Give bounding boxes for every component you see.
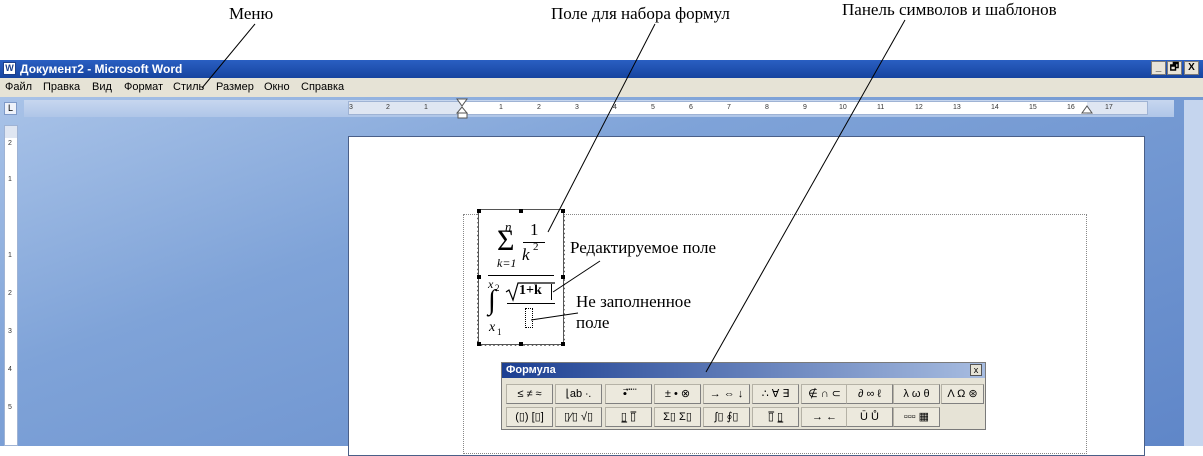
operators-palette-button[interactable]: ± • ⊗: [654, 384, 701, 404]
fraction-radical-template-button[interactable]: ▯⁄▯ √▯: [555, 407, 602, 427]
sum-lower-limit: k=1: [497, 256, 517, 270]
misc-symbols-palette-button[interactable]: ∂ ∞ ℓ: [846, 384, 893, 404]
menu-item-edit[interactable]: Правка: [43, 81, 80, 93]
caption-formula-field: Поле для набора формул: [551, 4, 730, 23]
menu-bar: Файл Правка Вид Формат Стиль Размер Окно…: [0, 78, 1203, 98]
resize-handle[interactable]: [477, 209, 481, 213]
caption-symbols-panel: Панель символов и шаблонов: [842, 0, 1057, 19]
greek-upper-palette-button[interactable]: Λ Ω ⊛: [941, 384, 984, 404]
tab-selector-icon[interactable]: L: [4, 102, 17, 115]
subscript-template-button[interactable]: ▯̲ ▯̅: [605, 407, 652, 427]
spaces-palette-button[interactable]: ⌊ab ∙.: [555, 384, 602, 404]
window-titlebar[interactable]: W Документ2 - Microsoft Word: [0, 60, 1203, 78]
resize-handle[interactable]: [519, 342, 523, 346]
overbar-template-button[interactable]: ▯̅ ▯̲: [752, 407, 799, 427]
fences-template-button[interactable]: (▯) [▯]: [506, 407, 553, 427]
formula-toolbar-close-button[interactable]: x: [970, 364, 982, 376]
caption-empty-field-line1: Не заполненное: [576, 292, 692, 311]
formula-toolbar-titlebar[interactable]: Формула: [502, 363, 985, 378]
resize-handle[interactable]: [561, 342, 565, 346]
close-button[interactable]: X: [1184, 61, 1199, 75]
menu-item-view[interactable]: Вид: [92, 81, 112, 93]
resize-handle[interactable]: [561, 209, 565, 213]
relations-palette-button[interactable]: ≤ ≠ ≈: [506, 384, 553, 404]
formula-toolbar-title: Формула: [506, 364, 556, 376]
summation-template-button[interactable]: Σ▯ Σ▯: [654, 407, 701, 427]
caption-edited-field: Редактируемое поле: [570, 238, 717, 257]
menu-item-help[interactable]: Справка: [301, 81, 344, 93]
restore-button[interactable]: 🗗: [1167, 61, 1182, 75]
integral-symbol: ∫: [488, 285, 496, 316]
vertical-ruler[interactable]: 2 1 1 2 3 4 5: [4, 125, 18, 446]
menu-item-size[interactable]: Размер: [216, 81, 254, 93]
sqrt-content: 1+k: [519, 283, 542, 298]
horizontal-ruler[interactable]: 3 2 1 1 2 3 4 5 6 7 8 9 10 11 12 13 14 1…: [348, 101, 1148, 115]
fraction-numerator: 1: [530, 220, 539, 239]
window-title: Документ2 - Microsoft Word: [20, 62, 183, 76]
integral-lower-limit: x: [489, 320, 496, 335]
arrows-palette-button[interactable]: → ⇔ ↓: [703, 384, 750, 404]
logic-palette-button[interactable]: ∴ ∀ ∃: [752, 384, 799, 404]
integral-template-button[interactable]: ∫▯ ∮▯: [703, 407, 750, 427]
formula-toolbar: Формула x ≤ ≠ ≈ ⌊ab ∙. ∙⃗ ⃛ ⃜ ± • ⊗ → ⇔ …: [501, 362, 986, 430]
sets-palette-button[interactable]: ∉ ∩ ⊂: [801, 384, 848, 404]
menu-item-file[interactable]: Файл: [5, 81, 32, 93]
minimize-button[interactable]: _: [1151, 61, 1166, 75]
word-app-icon[interactable]: W: [3, 62, 16, 75]
caption-menu: Меню: [229, 4, 274, 23]
caption-empty-field-line2: поле: [576, 313, 610, 332]
resize-handle[interactable]: [519, 209, 523, 213]
fraction-denominator: k: [522, 245, 530, 264]
matrix-template-button[interactable]: ▫▫▫ ▦: [893, 407, 940, 427]
labeled-arrow-template-button[interactable]: → ←: [801, 407, 848, 427]
integral-lower-sub: 1: [497, 327, 502, 337]
products-template-button[interactable]: Ū Ů: [846, 407, 893, 427]
edit-cursor[interactable]: [551, 284, 552, 300]
resize-handle[interactable]: [561, 275, 565, 279]
menu-item-style[interactable]: Стиль: [173, 81, 204, 93]
resize-handle[interactable]: [477, 275, 481, 279]
fraction-denominator-exponent: 2: [533, 241, 539, 253]
sum-symbol: Σ: [497, 224, 515, 257]
empty-placeholder-slot[interactable]: [525, 308, 533, 328]
inner-fraction-bar: [507, 303, 555, 304]
main-fraction-bar: [488, 275, 554, 276]
resize-handle[interactable]: [477, 342, 481, 346]
greek-lower-palette-button[interactable]: λ ω θ: [893, 384, 940, 404]
embellishments-palette-button[interactable]: ∙⃗ ⃛ ⃜: [605, 384, 652, 404]
menu-item-format[interactable]: Формат: [124, 81, 163, 93]
vertical-scrollbar[interactable]: [1184, 100, 1203, 446]
menu-item-window[interactable]: Окно: [264, 81, 290, 93]
